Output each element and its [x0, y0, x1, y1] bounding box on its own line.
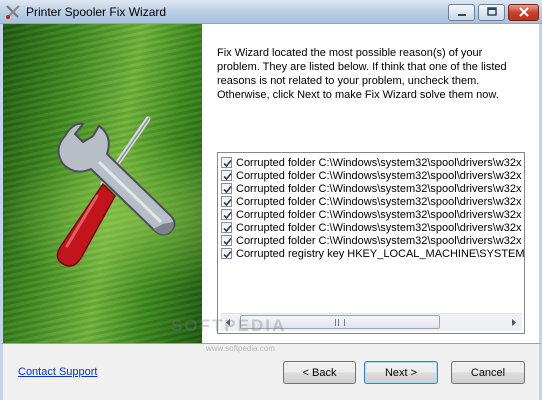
scroll-right-button[interactable]	[505, 315, 521, 330]
problem-label: Corrupted folder C:\Windows\system32\spo…	[236, 221, 522, 234]
checkmark-icon	[223, 185, 232, 194]
problem-item[interactable]: Corrupted folder C:\Windows\system32\spo…	[221, 195, 524, 208]
problem-label: Corrupted folder C:\Windows\system32\spo…	[236, 156, 522, 169]
minimize-button[interactable]	[448, 4, 475, 21]
wrench-screwdriver-icon	[6, 5, 20, 19]
intro-text: Fix Wizard located the most possible rea…	[217, 47, 507, 101]
problem-item[interactable]: Corrupted folder C:\Windows\system32\spo…	[221, 208, 524, 221]
problem-checkbox[interactable]	[221, 170, 232, 181]
problem-item[interactable]: Corrupted folder C:\Windows\system32\spo…	[221, 169, 524, 182]
problem-item[interactable]: Corrupted folder C:\Windows\system32\spo…	[221, 156, 524, 169]
scroll-right-icon	[512, 319, 516, 326]
problem-checkbox[interactable]	[221, 196, 232, 207]
window-title: Printer Spooler Fix Wizard	[26, 5, 167, 19]
problem-label: Corrupted folder C:\Windows\system32\spo…	[236, 195, 522, 208]
next-button[interactable]: Next >	[364, 361, 438, 384]
checkmark-icon	[223, 224, 232, 233]
problem-item[interactable]: Corrupted folder C:\Windows\system32\spo…	[221, 182, 524, 195]
close-icon	[518, 7, 529, 17]
problem-label: Corrupted folder C:\Windows\system32\spo…	[236, 234, 522, 247]
problem-checkbox[interactable]	[221, 183, 232, 194]
grip-icon	[335, 319, 345, 326]
problem-label: Corrupted folder C:\Windows\system32\spo…	[236, 182, 522, 195]
checkmark-icon	[223, 159, 232, 168]
wizard-side-image	[3, 24, 202, 343]
problem-checkbox[interactable]	[221, 235, 232, 246]
maximize-button[interactable]	[478, 4, 505, 21]
problem-list[interactable]: Corrupted folder C:\Windows\system32\spo…	[217, 152, 525, 334]
problem-item[interactable]: Corrupted registry key HKEY_LOCAL_MACHIN…	[221, 247, 524, 260]
watermark: SOFTPEDIA	[171, 316, 287, 335]
close-button[interactable]	[508, 4, 539, 21]
checkmark-icon	[223, 211, 232, 220]
checkmark-icon	[223, 198, 232, 207]
problem-item[interactable]: Corrupted folder C:\Windows\system32\spo…	[221, 221, 524, 234]
cancel-button[interactable]: Cancel	[451, 361, 525, 384]
contact-support-link[interactable]: Contact Support	[18, 366, 98, 378]
problem-checkbox[interactable]	[221, 157, 232, 168]
back-button[interactable]: < Back	[283, 361, 356, 384]
tools-icon	[56, 116, 176, 267]
maximize-icon	[486, 7, 497, 16]
problem-item[interactable]: Corrupted folder C:\Windows\system32\spo…	[221, 234, 524, 247]
problem-checkbox[interactable]	[221, 209, 232, 220]
checkmark-icon	[223, 250, 232, 259]
checkmark-icon	[223, 237, 232, 246]
checkmark-icon	[223, 172, 232, 181]
title-bar[interactable]: Printer Spooler Fix Wizard	[0, 0, 542, 24]
watermark-url: www.softpedia.com	[206, 344, 275, 353]
problem-label: Corrupted registry key HKEY_LOCAL_MACHIN…	[236, 247, 525, 260]
problem-label: Corrupted folder C:\Windows\system32\spo…	[236, 208, 522, 221]
minimize-icon	[457, 14, 466, 16]
problem-label: Corrupted folder C:\Windows\system32\spo…	[236, 169, 522, 182]
problem-checkbox[interactable]	[221, 248, 232, 259]
problem-checkbox[interactable]	[221, 222, 232, 233]
